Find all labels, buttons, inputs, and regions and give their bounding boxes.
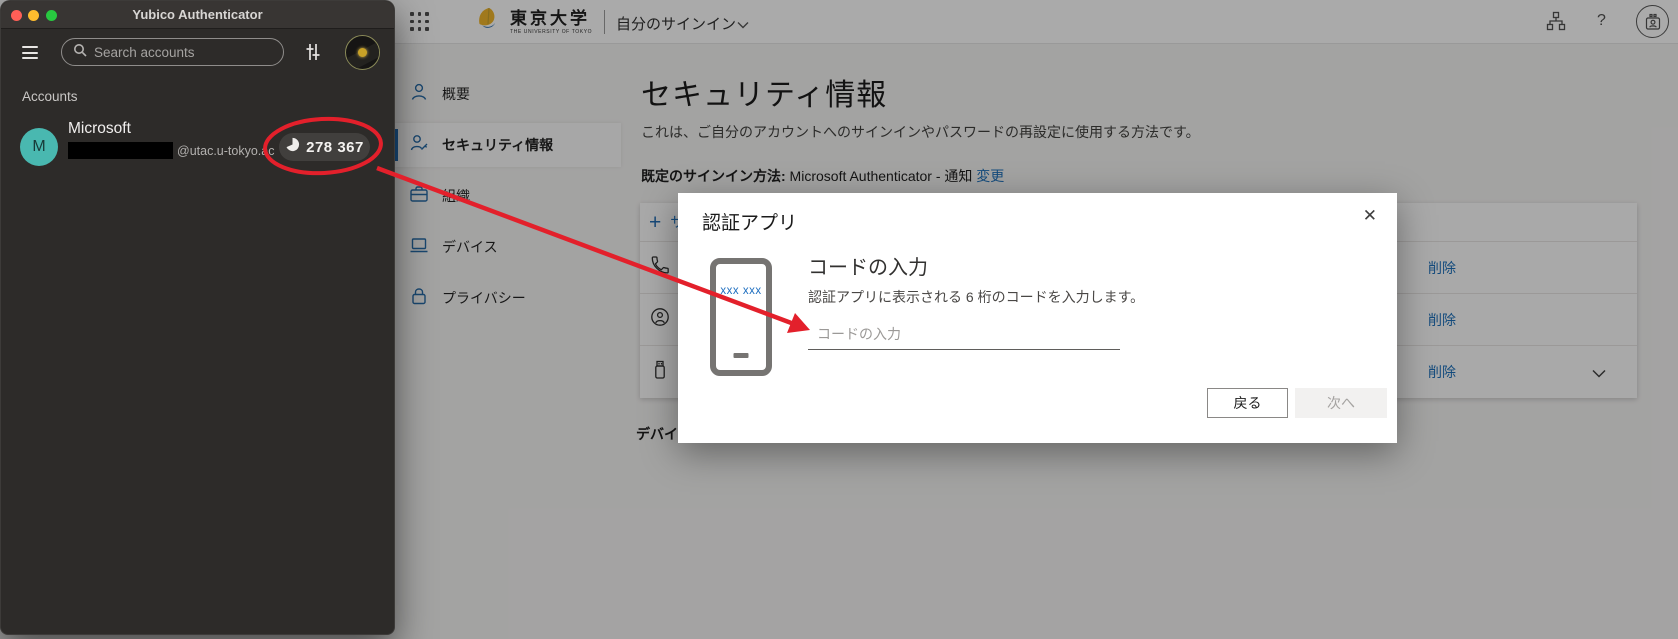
close-icon[interactable]: ✕ [1363,207,1377,224]
accounts-section-label: Accounts [22,89,78,104]
back-button[interactable]: 戻る [1207,388,1288,418]
yubico-authenticator-window: Yubico Authenticator Accounts M Microsof… [0,0,395,635]
menu-icon[interactable] [22,46,38,63]
account-avatar: M [20,128,58,166]
window-titlebar: Yubico Authenticator [1,1,394,29]
timer-pie-icon [285,137,300,157]
code-input[interactable] [808,320,1120,350]
yubikey-gold-contact [358,48,367,57]
search-icon [73,43,87,62]
filter-sliders-icon[interactable] [301,40,325,69]
next-button-disabled[interactable]: 次へ [1295,388,1387,418]
otp-code-pill[interactable]: 278 367 [279,133,370,161]
enter-code-description: 認証アプリに表示される 6 桁のコードを入力します。 [808,287,1144,307]
zoom-traffic-light[interactable] [46,10,57,21]
yubikey-avatar[interactable] [345,35,380,70]
enter-code-heading: コードの入力 [808,251,928,280]
phone-code-text: xxx xxx [716,285,766,297]
account-issuer: Microsoft [68,120,131,138]
window-title: Yubico Authenticator [132,7,262,22]
otp-code: 278 367 [306,139,364,156]
account-username: @utac.u-tokyo.ac [177,144,274,158]
phone-home-bar [734,353,749,358]
authenticator-app-dialog: 認証アプリ ✕ xxx xxx コードの入力 認証アプリに表示される 6 桁のコ… [678,193,1397,443]
close-traffic-light[interactable] [11,10,22,21]
redacted-username-bar [68,142,173,159]
phone-illustration: xxx xxx [710,258,772,376]
minimize-traffic-light[interactable] [28,10,39,21]
dialog-title: 認証アプリ [702,208,797,235]
search-accounts-field[interactable] [61,38,284,66]
screenshot-canvas: 東京大学 THE UNIVERSITY OF TOKYO 自分のサインイン ? [0,0,1678,639]
search-input[interactable] [94,45,254,60]
